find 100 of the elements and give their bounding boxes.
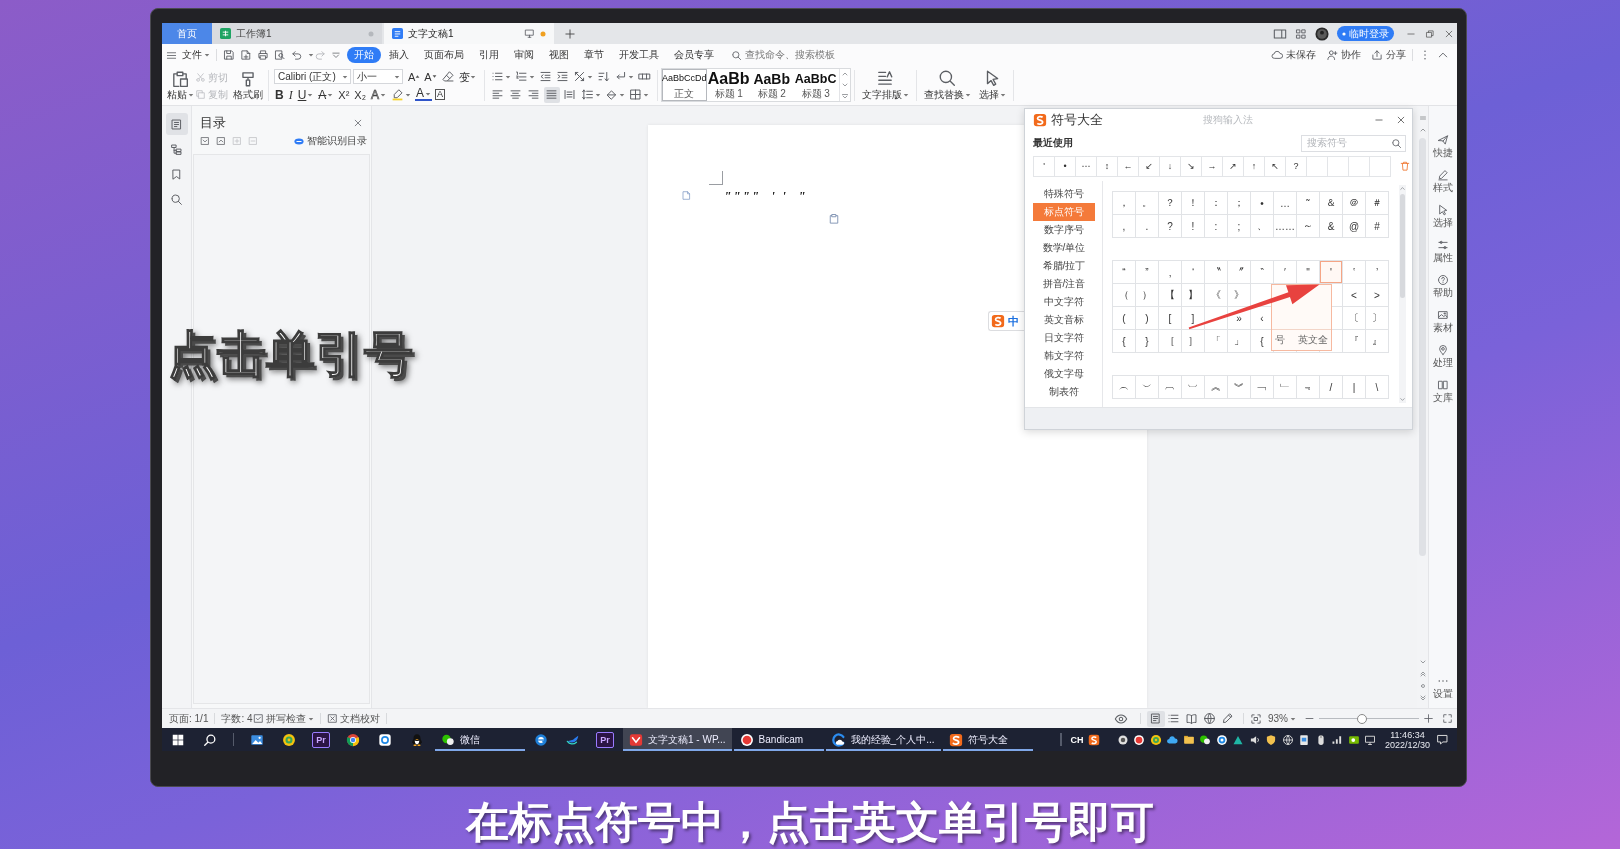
- symbol-cell[interactable]: ︹: [1159, 376, 1181, 398]
- symbol-cell[interactable]: [: [1159, 307, 1181, 329]
- justify-button[interactable]: [543, 86, 560, 103]
- symbol-cell[interactable]: ‘: [1182, 261, 1204, 283]
- style-option[interactable]: AaBb 标题 1: [706, 69, 751, 101]
- character-border-button[interactable]: A: [435, 89, 445, 100]
- ribbon-tab[interactable]: 页面布局: [417, 47, 471, 63]
- symbol-cell[interactable]: 《: [1205, 284, 1227, 306]
- font-size-field[interactable]: 小一: [353, 69, 403, 84]
- symbol-cell[interactable]: 『: [1343, 330, 1365, 352]
- sidebar-button[interactable]: 帮助: [1433, 274, 1453, 309]
- style-option[interactable]: AaBb 标题 2: [750, 69, 793, 101]
- chevron-down-icon[interactable]: [840, 91, 849, 100]
- paste-button[interactable]: 粘贴: [165, 69, 195, 103]
- italic-button[interactable]: I: [287, 86, 294, 103]
- save-status-button[interactable]: 未保存: [1271, 48, 1316, 62]
- symbol-cell[interactable]: !: [1182, 215, 1204, 237]
- symbol-cell[interactable]: ?: [1159, 215, 1181, 237]
- symbol-cell[interactable]: 〝: [1205, 261, 1227, 283]
- symbol-glyph[interactable]: »: [1236, 312, 1242, 324]
- symbol-cell[interactable]: “: [1113, 261, 1135, 283]
- caret-icon[interactable]: [308, 52, 314, 58]
- plus-icon[interactable]: [564, 27, 576, 40]
- close-icon[interactable]: [1396, 115, 1406, 125]
- symbol-cell[interactable]: ……: [1274, 215, 1296, 237]
- symbol-cell[interactable]: >: [1366, 284, 1388, 306]
- document-icon[interactable]: [1298, 733, 1311, 746]
- undo-icon[interactable]: [291, 49, 303, 61]
- symbol-cell[interactable]: #: [1366, 215, 1388, 237]
- category-item[interactable]: 中文字符: [1033, 293, 1095, 311]
- category-item[interactable]: 俄文字母: [1033, 365, 1095, 383]
- symbol-cell[interactable]: ): [1136, 307, 1158, 329]
- page-magnifier-icon[interactable]: [274, 49, 286, 61]
- window-tab[interactable]: 工作簿1: [212, 23, 382, 44]
- ribbon-tab[interactable]: 视图: [542, 47, 576, 63]
- chevron-down-icon[interactable]: [1418, 658, 1427, 666]
- plus-icon[interactable]: [1423, 713, 1434, 724]
- collaborate-button[interactable]: 协作: [1326, 48, 1361, 62]
- symbol-cell[interactable]: ～: [1297, 215, 1319, 237]
- text-layout-button[interactable]: 文字排版: [857, 66, 913, 105]
- symbol-cell[interactable]: ﹁: [1251, 376, 1273, 398]
- symbol-cell[interactable]: <: [1343, 284, 1365, 306]
- double-chevron-up-icon[interactable]: [1418, 670, 1427, 678]
- taskbar-button[interactable]: 微信: [435, 728, 525, 751]
- symbol-cell[interactable]: ": [1297, 261, 1319, 283]
- category-item[interactable]: 数学/单位: [1033, 239, 1095, 257]
- symbol-cell[interactable]: ＠: [1343, 192, 1365, 214]
- symbol-cell[interactable]: （: [1113, 284, 1135, 306]
- symbol-cell[interactable]: 〔: [1343, 307, 1365, 329]
- symbol-cell[interactable]: ↘: [1181, 156, 1201, 176]
- chevron-down-box-icon[interactable]: [200, 136, 210, 146]
- ribbon-tab[interactable]: 会员专享: [667, 47, 721, 63]
- text-effect-button[interactable]: A: [369, 86, 387, 103]
- symbol-cell[interactable]: ': [1034, 156, 1054, 176]
- symbol-cell[interactable]: ′: [1274, 261, 1296, 283]
- symbol-cell[interactable]: ＃: [1366, 192, 1388, 214]
- symbol-cell[interactable]: ↗: [1223, 156, 1243, 176]
- eye-icon[interactable]: [1114, 711, 1128, 726]
- symbol-cell[interactable]: ，: [1113, 192, 1135, 214]
- subscript-button[interactable]: X₂: [353, 86, 367, 103]
- symbol-cell[interactable]: →: [1202, 156, 1222, 176]
- s-curve-logo-icon[interactable]: [1088, 733, 1101, 746]
- sidebar-button[interactable]: 快捷: [1433, 134, 1453, 169]
- symbol-cell[interactable]: 』: [1366, 330, 1388, 352]
- fullscreen-icon[interactable]: [1442, 713, 1453, 724]
- category-item[interactable]: 日文字符: [1033, 329, 1095, 347]
- format-painter-button[interactable]: 格式刷: [231, 69, 265, 103]
- symbol-cell[interactable]: ﹂: [1274, 376, 1296, 398]
- sidebar-button[interactable]: 样式: [1433, 169, 1453, 204]
- font-color-button[interactable]: A: [415, 88, 432, 101]
- category-item[interactable]: 数字序号: [1033, 221, 1095, 239]
- shield-icon[interactable]: [1265, 733, 1278, 746]
- symbol-cell[interactable]: 【: [1159, 284, 1181, 306]
- superscript-button[interactable]: X²: [337, 86, 351, 103]
- symbol-cell[interactable]: &: [1320, 215, 1342, 237]
- symbol-cell[interactable]: ？: [1159, 192, 1181, 214]
- symbol-cell[interactable]: ︾: [1228, 376, 1250, 398]
- symbol-cell[interactable]: ！: [1182, 192, 1204, 214]
- file-menu-button[interactable]: 文件: [182, 48, 210, 62]
- symbol-cell[interactable]: ‚: [1159, 261, 1181, 283]
- avatar-icon[interactable]: [1315, 26, 1329, 41]
- record-icon[interactable]: [1133, 733, 1146, 746]
- symbol-cell[interactable]: ': [1320, 261, 1342, 283]
- bold-button[interactable]: B: [274, 86, 285, 103]
- window-tab[interactable]: 文字文稿1: [384, 23, 554, 44]
- category-item[interactable]: 英文音标: [1033, 311, 1095, 329]
- lens-icon[interactable]: [1116, 733, 1129, 746]
- taskbar-button[interactable]: 文字文稿1 - WP...: [623, 728, 732, 751]
- ribbon-tab[interactable]: 章节: [577, 47, 611, 63]
- symbol-cell[interactable]: @: [1343, 215, 1365, 237]
- symbol-glyph[interactable]: ‹: [1260, 312, 1264, 324]
- symbol-cell[interactable]: ’: [1366, 261, 1388, 283]
- sidebar-button[interactable]: 属性: [1433, 239, 1453, 274]
- folder-icon[interactable]: [1182, 733, 1195, 746]
- monitor-icon[interactable]: [1364, 733, 1377, 746]
- category-item[interactable]: 韩文字符: [1033, 347, 1095, 365]
- symbol-cell[interactable]: ↙: [1139, 156, 1159, 176]
- grow-font-button[interactable]: A: [408, 68, 421, 85]
- signal-bars-icon[interactable]: [1331, 733, 1344, 746]
- symbol-cell[interactable]: /: [1320, 376, 1342, 398]
